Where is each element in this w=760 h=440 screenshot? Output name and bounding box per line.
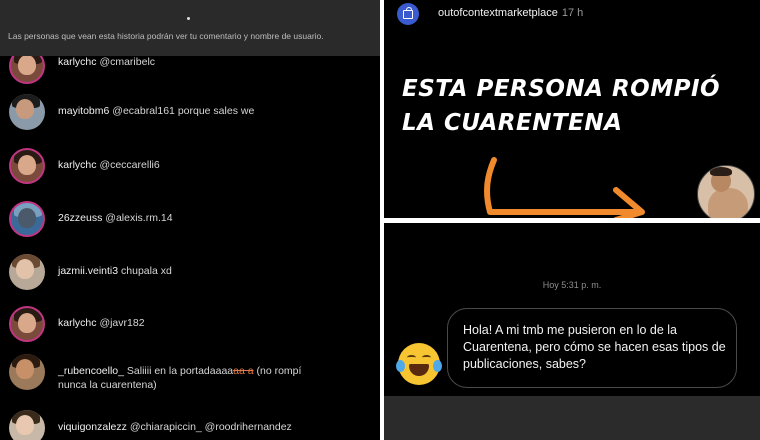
story-headline-line2: LA CUARENTENA xyxy=(402,110,623,136)
avatar[interactable] xyxy=(9,94,45,130)
story-timestamp: 17 h xyxy=(561,7,584,19)
comments-notice-banner: Las personas que vean esta historia podr… xyxy=(0,0,380,56)
message-timestamp: Hoy 5:31 p. m. xyxy=(542,280,602,290)
avatar[interactable] xyxy=(9,148,45,184)
comment-text: @cmaribelc xyxy=(99,56,156,68)
comment-username[interactable]: karlychc xyxy=(58,317,97,329)
message-text: Hola! A mi tmb me pusieron en lo de la C… xyxy=(463,323,726,371)
message-composer-bar[interactable] xyxy=(384,396,760,440)
comments-notice-text: Las personas que vean esta historia podr… xyxy=(8,31,324,41)
story-headline-line1: ESTA PERSONA ROMPIÓ xyxy=(402,76,721,102)
message-bubble[interactable]: Hola! A mi tmb me pusieron en lo de la C… xyxy=(447,308,737,388)
comment-text: @alexis.rm.14 xyxy=(105,212,173,224)
comments-panel: Las personas que vean esta historia podr… xyxy=(0,0,380,440)
comment-row[interactable]: karlychc @ceccarelli6 xyxy=(0,144,380,184)
notch-dot xyxy=(187,17,190,20)
shopping-bag-icon xyxy=(403,7,413,19)
comment-text: @javr182 xyxy=(99,317,145,329)
avatar[interactable] xyxy=(9,201,45,237)
comment-row[interactable]: mayitobm6 @ecabral161 porque sales we xyxy=(0,90,380,130)
comment-text: @ecabral161 porque sales we xyxy=(112,105,255,117)
comment-row[interactable]: 26zzeuss @alexis.rm.14 xyxy=(0,197,380,237)
comment-row[interactable]: viquigonzalezz @chiarapiccin_ @roodriher… xyxy=(0,406,380,440)
story-account-name[interactable]: outofcontextmarketplace xyxy=(438,7,558,19)
comment-text-line2: nunca la cuarentena) xyxy=(58,379,157,391)
comment-row[interactable]: _rubencoello_ Saliiii en la portadaaaaaa… xyxy=(0,350,380,398)
comment-username[interactable]: mayitobm6 xyxy=(58,105,109,117)
comment-text: @chiarapiccin_ @roodrihernandez xyxy=(129,421,292,433)
avatar[interactable] xyxy=(9,306,45,342)
comment-username[interactable]: jazmii.veinti3 xyxy=(58,265,118,277)
comment-text: @ceccarelli6 xyxy=(99,159,160,171)
shop-avatar[interactable] xyxy=(397,3,419,25)
avatar[interactable] xyxy=(9,254,45,290)
comment-username[interactable]: viquigonzalezz xyxy=(58,421,127,433)
comment-username[interactable]: karlychc xyxy=(58,56,97,68)
comment-username[interactable]: _rubencoello_ xyxy=(58,365,124,377)
avatar[interactable] xyxy=(9,354,45,390)
story-post: outofcontextmarketplace 17 h ESTA PERSONA… xyxy=(384,0,760,218)
profile-photo[interactable] xyxy=(697,165,755,218)
comment-text-after: (no rompí xyxy=(253,365,302,377)
story-headline: ESTA PERSONA ROMPIÓ LA CUARENTENA xyxy=(402,72,720,140)
comment-row[interactable]: jazmii.veinti3 chupala xd xyxy=(0,250,380,290)
comment-username[interactable]: karlychc xyxy=(58,159,97,171)
joy-face-emoji-icon xyxy=(396,343,442,385)
direct-message-thread: Hoy 5:31 p. m. Hola! A mi tmb me pusiero… xyxy=(384,223,760,440)
comment-text: chupala xd xyxy=(121,265,172,277)
comment-username[interactable]: 26zzeuss xyxy=(58,212,102,224)
avatar[interactable] xyxy=(9,410,45,440)
drawn-arrow-icon xyxy=(484,157,645,218)
comment-text: Saliiii en la portadaaaa xyxy=(126,365,234,377)
comment-struck-text: aa a xyxy=(233,365,254,377)
comment-row[interactable]: karlychc @javr182 xyxy=(0,302,380,342)
